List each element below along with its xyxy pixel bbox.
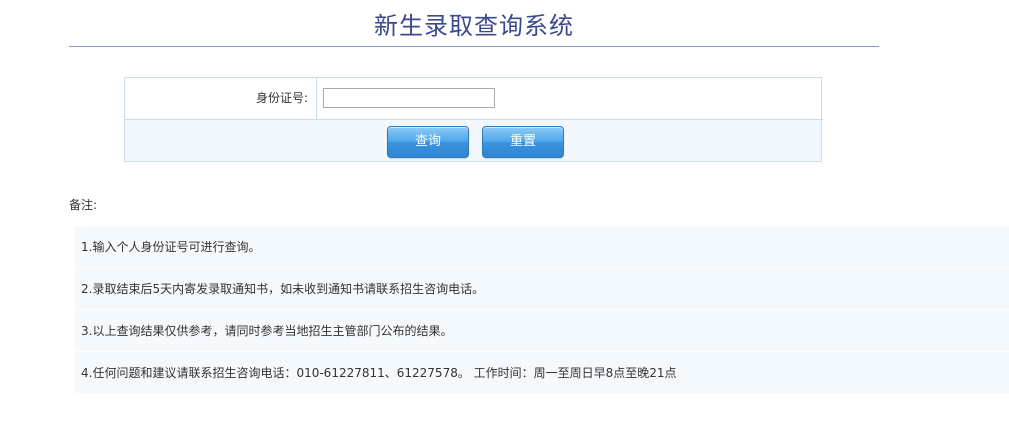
note-item: 4.任何问题和建议请联系招生咨询电话：010-61227811、61227578… [75,352,1009,394]
note-item: 1.输入个人身份证号可进行查询。 [75,226,1009,268]
title-divider [69,46,879,47]
notes-label: 备注: [69,198,98,212]
note-item: 2.录取结束后5天内寄发录取通知书，如未收到通知书请联系招生咨询电话。 [75,268,1009,310]
query-button[interactable]: 查询 [387,126,469,158]
page-title: 新生录取查询系统 [374,12,574,40]
note-item: 3.以上查询结果仅供参考，请同时参考当地招生主管部门公布的结果。 [75,310,1009,352]
reset-button[interactable]: 重置 [482,126,564,158]
id-number-input[interactable] [323,88,495,108]
query-form: 身份证号: 查询 重置 [124,77,823,162]
id-number-label: 身份证号: [125,78,317,119]
id-row: 身份证号: [125,78,823,120]
notes-list: 1.输入个人身份证号可进行查询。 2.录取结束后5天内寄发录取通知书，如未收到通… [75,226,1009,394]
page: 新生录取查询系统 身份证号: 查询 重置 备注: 1.输入个人身份证号可进行查询… [0,0,1009,442]
actions-row: 查询 重置 [125,120,821,161]
